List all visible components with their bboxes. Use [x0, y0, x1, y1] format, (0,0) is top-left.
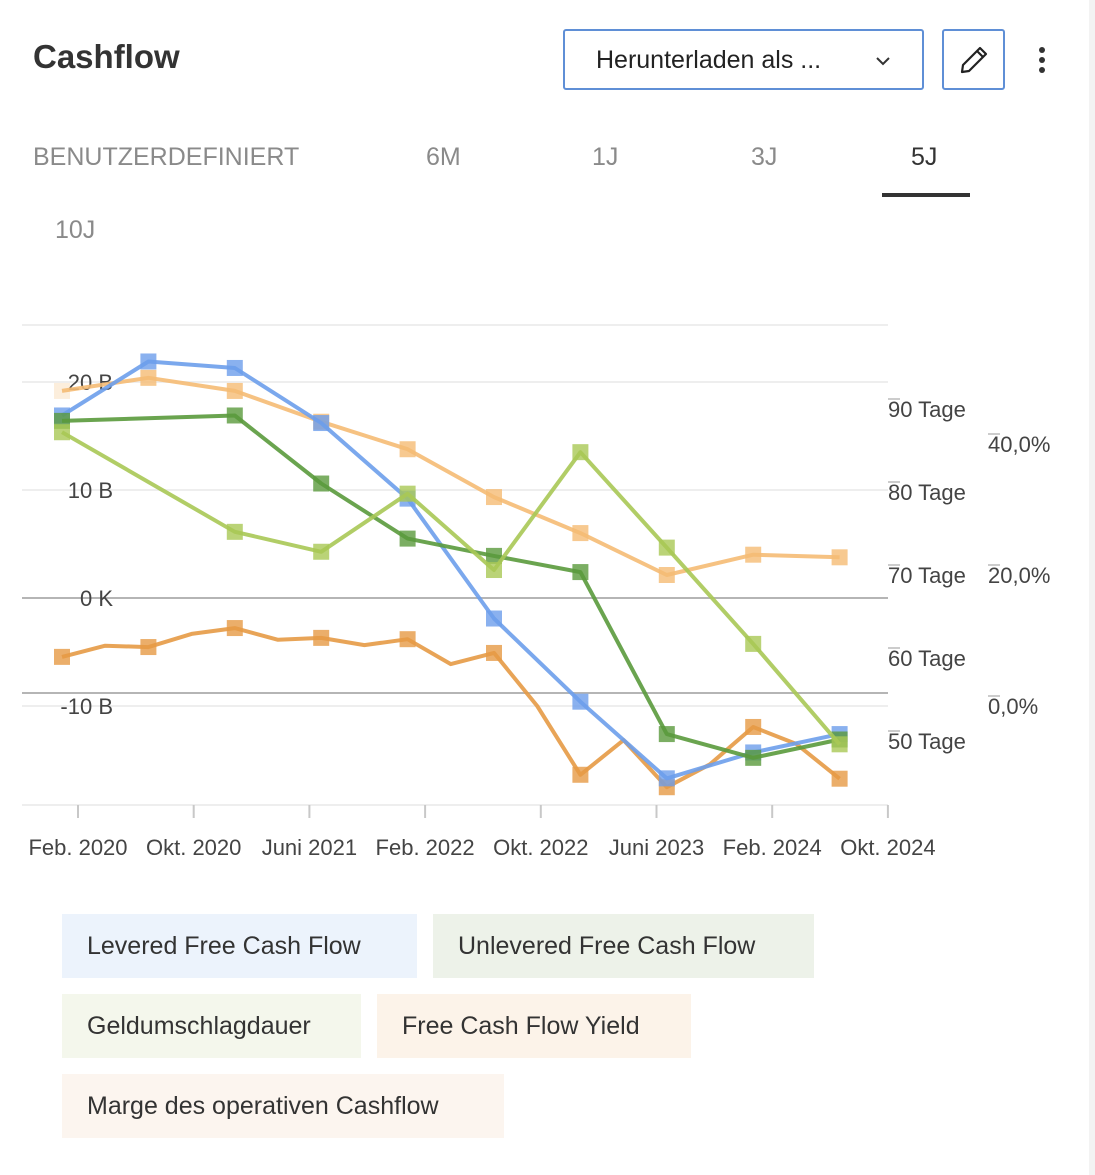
data-point-geld: [313, 543, 330, 560]
pencil-icon: [960, 46, 988, 74]
x-tick-label: Okt. 2024: [840, 835, 935, 860]
data-point-geld: [399, 485, 416, 502]
data-point-yield: [140, 369, 157, 386]
x-tick-label: Okt. 2022: [493, 835, 588, 860]
download-dropdown-label: Herunterladen als ...: [596, 46, 822, 74]
days-axis-label: 50 Tage: [888, 729, 966, 754]
download-dropdown[interactable]: Herunterladen als ...: [563, 29, 924, 90]
pct-axis-label: 40,0%: [988, 432, 1050, 457]
left-axis-label: 0 K: [80, 586, 113, 611]
data-point-unlevered: [658, 726, 675, 743]
legend-fcf-yield[interactable]: Free Cash Flow Yield: [377, 994, 691, 1058]
legend-label: Unlevered Free Cash Flow: [458, 932, 756, 960]
x-tick-label: Juni 2023: [609, 835, 704, 860]
pct-axis-label: 0,0%: [988, 694, 1038, 719]
edit-button[interactable]: [942, 29, 1005, 90]
data-point-levered: [226, 359, 243, 376]
days-axis-label: 80 Tage: [888, 480, 966, 505]
data-point-marge: [745, 718, 762, 735]
data-point-yield: [486, 489, 502, 506]
left-axis-label: -10 B: [60, 694, 113, 719]
legend-levered-fcf[interactable]: Levered Free Cash Flow: [62, 914, 417, 978]
legend-label: Free Cash Flow Yield: [402, 1012, 640, 1040]
legend-marge-operativer-cashflow[interactable]: Marge des operativen Cashflow: [62, 1074, 504, 1138]
data-point-marge: [831, 770, 848, 787]
series-line-geld: [61, 430, 842, 746]
data-point-geld: [658, 539, 675, 556]
tab-6m[interactable]: 6M: [426, 143, 461, 172]
x-tick-label: Feb. 2022: [376, 835, 475, 860]
chevron-down-icon: [876, 57, 890, 66]
data-point-geld: [486, 562, 502, 579]
data-point-yield: [399, 441, 416, 458]
pct-axis-label: 20,0%: [988, 563, 1050, 588]
data-point-levered: [658, 770, 675, 787]
data-point-unlevered: [745, 749, 762, 766]
data-point-levered: [313, 415, 330, 432]
tab-1j[interactable]: 1J: [592, 143, 618, 172]
data-point-yield: [572, 525, 589, 542]
data-point-unlevered: [399, 530, 416, 547]
tab-benutzerdefiniert[interactable]: BENUTZERDEFINIERT: [33, 143, 299, 172]
data-point-marge: [54, 648, 70, 665]
data-point-unlevered: [313, 475, 330, 492]
legend-label: Marge des operativen Cashflow: [87, 1092, 439, 1120]
data-point-yield: [54, 382, 70, 399]
legend-unlevered-fcf[interactable]: Unlevered Free Cash Flow: [433, 914, 814, 978]
x-tick-label: Okt. 2020: [146, 835, 241, 860]
days-axis-label: 70 Tage: [888, 563, 966, 588]
data-point-yield: [658, 567, 675, 583]
series-line-levered: [60, 359, 841, 781]
data-point-unlevered: [226, 407, 243, 424]
data-point-yield: [745, 546, 762, 563]
data-point-marge: [226, 620, 243, 637]
data-point-levered: [572, 693, 589, 710]
data-point-marge: [486, 644, 502, 661]
data-point-marge: [140, 639, 157, 656]
days-axis-label: 90 Tage: [888, 397, 966, 422]
legend-geldumschlagdauer[interactable]: Geldumschlagdauer: [62, 994, 361, 1058]
tab-10j[interactable]: 10J: [55, 216, 95, 245]
data-point-marge: [572, 766, 589, 783]
data-point-geld: [572, 444, 589, 461]
data-point-marge: [313, 629, 330, 646]
data-point-geld: [745, 635, 762, 652]
active-tab-indicator: [882, 193, 970, 197]
data-point-geld: [54, 424, 70, 441]
x-tick-label: Feb. 2024: [723, 835, 822, 860]
data-point-levered: [140, 353, 157, 370]
data-point-levered: [486, 610, 502, 627]
legend-label: Levered Free Cash Flow: [87, 932, 361, 960]
x-tick-label: Juni 2021: [262, 835, 357, 860]
tab-3j[interactable]: 3J: [751, 143, 777, 172]
cashflow-chart: Feb. 2020 Okt. 2020 Juni 2021 Feb. 2022 Okt.…: [22, 324, 1050, 860]
data-point-geld: [226, 523, 243, 540]
legend-label: Geldumschlagdauer: [87, 1012, 311, 1040]
kebab-menu-icon[interactable]: [1030, 44, 1054, 76]
data-point-marge: [399, 631, 416, 648]
left-axis-label: 10 B: [68, 478, 113, 503]
widget-title: Cashflow: [33, 38, 180, 75]
x-tick-label: Feb. 2020: [28, 835, 127, 860]
data-point-geld: [831, 736, 848, 753]
data-point-unlevered: [572, 564, 589, 581]
tab-5j[interactable]: 5J: [911, 143, 937, 172]
data-point-yield: [831, 549, 848, 566]
days-axis-label: 60 Tage: [888, 646, 966, 671]
data-point-yield: [226, 382, 243, 399]
